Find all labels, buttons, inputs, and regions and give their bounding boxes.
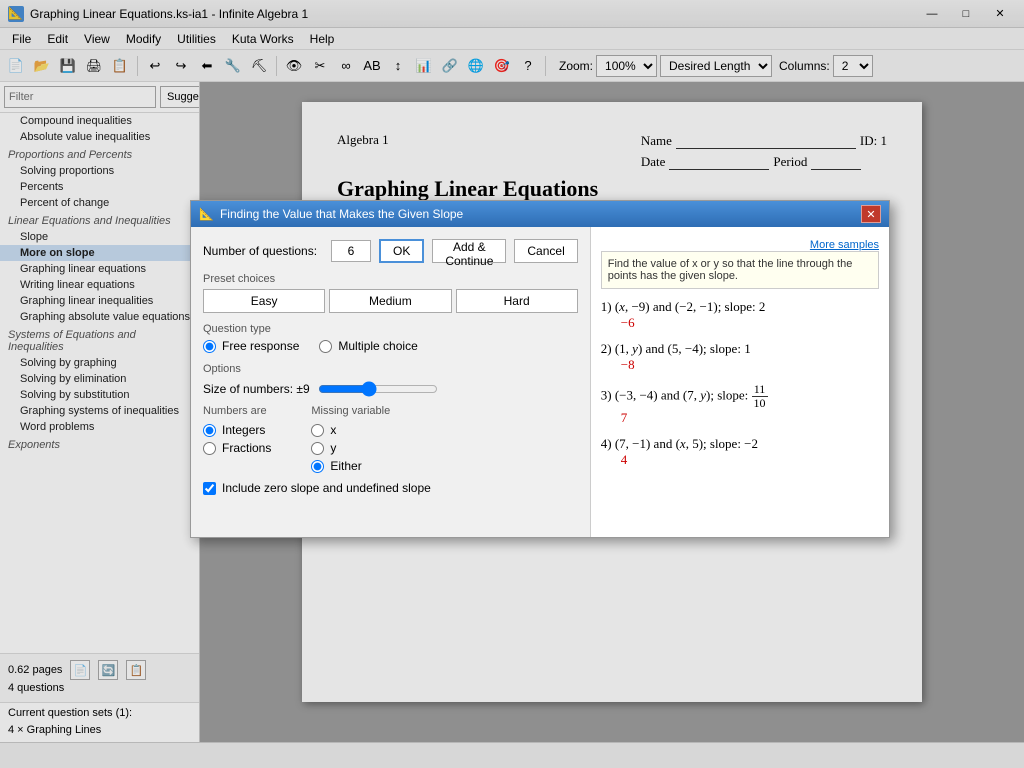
integers-radio[interactable] (203, 424, 216, 437)
x-radio[interactable] (311, 424, 324, 437)
preview-answer-1: −6 (621, 315, 879, 331)
preset-section: Preset choices Easy Medium Hard (203, 273, 578, 313)
zero-slope-row: Include zero slope and undefined slope (203, 481, 578, 495)
dialog-close-button[interactable]: ✕ (861, 205, 881, 223)
preview-item-2: 2) (1, y) and (5, −4); slope: 1 −8 (601, 341, 879, 373)
dialog-left: Number of questions: OK Add & Continue C… (191, 227, 591, 537)
ok-button[interactable]: OK (379, 239, 424, 263)
num-questions-input[interactable] (331, 240, 371, 262)
preview-item-3: 3) (−3, −4) and (7, y); slope: 11 10 7 (601, 383, 879, 426)
medium-button[interactable]: Medium (329, 289, 451, 313)
preset-title: Preset choices (203, 273, 578, 285)
qtype-section: Question type Free response Multiple cho… (203, 323, 578, 353)
preset-buttons: Easy Medium Hard (203, 289, 578, 313)
num-questions-row: Number of questions: OK Add & Continue C… (203, 239, 578, 263)
fractions-label: Fractions (222, 441, 271, 455)
slope-fraction: 11 10 (752, 383, 768, 410)
more-samples-link[interactable]: More samples (810, 239, 879, 251)
preview-answer-2: −8 (621, 357, 879, 373)
x-label: x (330, 423, 336, 437)
fractions-row: Fractions (203, 441, 271, 455)
dialog-title-left: 📐 Finding the Value that Makes the Given… (199, 207, 463, 221)
dialog-titlebar: 📐 Finding the Value that Makes the Given… (191, 201, 889, 227)
numbers-missing-row: Numbers are Integers Fractions (203, 405, 578, 473)
cancel-button[interactable]: Cancel (514, 239, 577, 263)
dialog-title: Finding the Value that Makes the Given S… (220, 207, 463, 221)
zero-slope-label: Include zero slope and undefined slope (222, 481, 431, 495)
missing-col: Missing variable x y Eithe (311, 405, 390, 473)
fractions-radio[interactable] (203, 442, 216, 455)
options-title: Options (203, 363, 578, 375)
multiple-choice-row: Multiple choice (319, 339, 417, 353)
integers-row: Integers (203, 423, 271, 437)
dialog-right: More samples Find the value of x or y so… (591, 227, 889, 537)
dialog-body: Number of questions: OK Add & Continue C… (191, 227, 889, 537)
either-label: Either (330, 459, 361, 473)
y-label: y (330, 441, 336, 455)
num-questions-label: Number of questions: (203, 244, 323, 258)
missing-var-label: Missing variable (311, 405, 390, 417)
preview-item-1: 1) (x, −9) and (−2, −1); slope: 2 −6 (601, 299, 879, 331)
x-row: x (311, 423, 370, 437)
zero-slope-checkbox[interactable] (203, 482, 216, 495)
numbers-are-label: Numbers are (203, 405, 291, 417)
multiple-choice-radio[interactable] (319, 340, 332, 353)
free-response-radio[interactable] (203, 340, 216, 353)
size-label: Size of numbers: ±9 (203, 382, 310, 396)
y-row: y (311, 441, 370, 455)
either-row: Either (311, 459, 370, 473)
qtype-title: Question type (203, 323, 578, 335)
either-radio[interactable] (311, 460, 324, 473)
options-section: Options Size of numbers: ±9 Numbers are … (203, 363, 578, 495)
size-slider[interactable] (318, 381, 438, 397)
preview-item-4: 4) (7, −1) and (x, 5); slope: −2 4 (601, 436, 879, 468)
dialog-overlay: 📐 Finding the Value that Makes the Given… (0, 0, 1024, 768)
hard-button[interactable]: Hard (456, 289, 578, 313)
numbers-col: Numbers are Integers Fractions (203, 405, 291, 455)
preview-items: 1) (x, −9) and (−2, −1); slope: 2 −6 2) … (601, 299, 879, 468)
integers-label: Integers (222, 423, 265, 437)
preview-answer-4: 4 (621, 452, 879, 468)
size-row: Size of numbers: ±9 (203, 381, 578, 397)
preview-instruction: Find the value of x or y so that the lin… (601, 251, 879, 289)
multiple-choice-label: Multiple choice (338, 339, 417, 353)
dialog: 📐 Finding the Value that Makes the Given… (190, 200, 890, 538)
preview-answer-3: 7 (621, 410, 879, 426)
free-response-label: Free response (222, 339, 299, 353)
add-continue-button[interactable]: Add & Continue (432, 239, 506, 263)
easy-button[interactable]: Easy (203, 289, 325, 313)
free-response-row: Free response (203, 339, 299, 353)
dialog-icon: 📐 (199, 207, 214, 221)
more-samples-row: More samples (601, 237, 879, 251)
qtype-options: Free response Multiple choice (203, 339, 578, 353)
y-radio[interactable] (311, 442, 324, 455)
